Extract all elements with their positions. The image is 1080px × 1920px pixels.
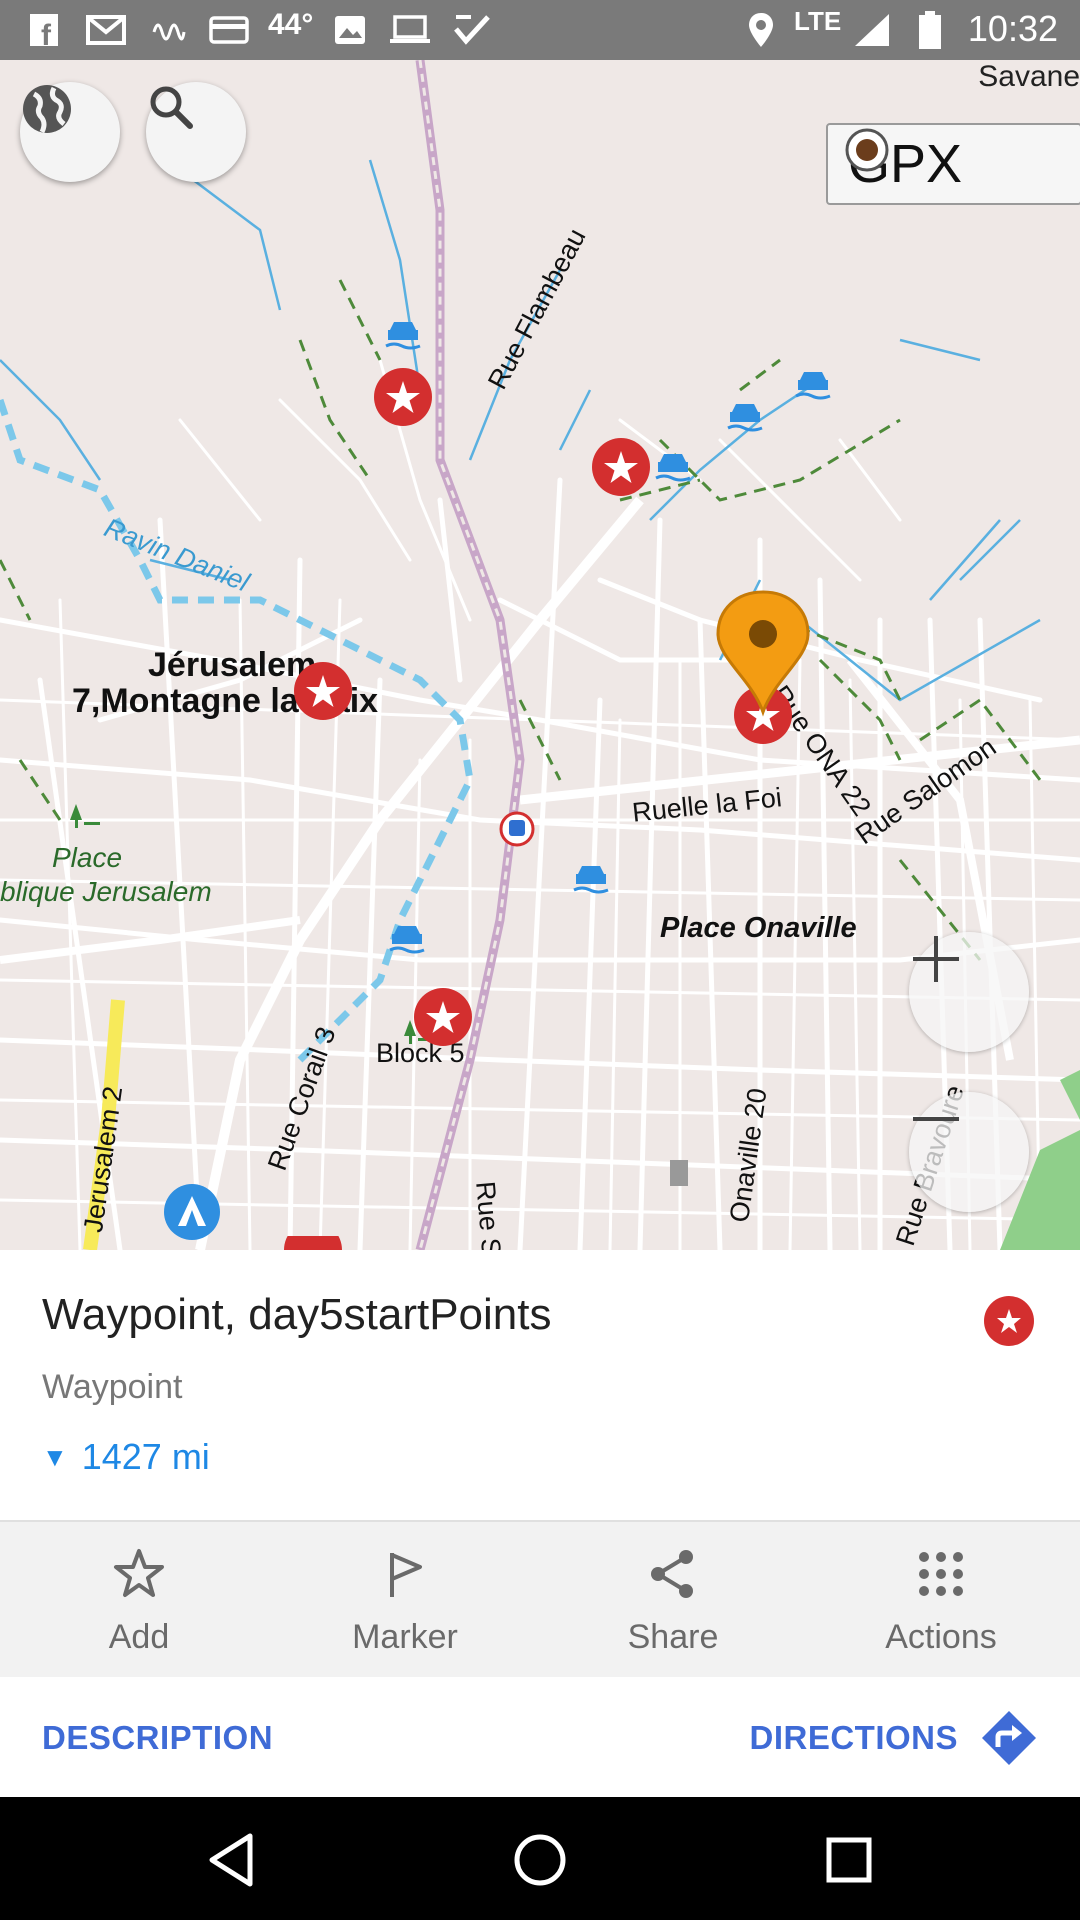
waypoint-info-panel: Waypoint, day5startPoints Waypoint ▼ 142… (0, 1250, 1080, 1520)
action-bar: Add Marker Share Actions (0, 1520, 1080, 1679)
gmail-icon (84, 10, 128, 50)
back-button[interactable] (196, 1825, 266, 1895)
location-icon (744, 10, 778, 50)
svg-text:f: f (41, 19, 52, 47)
parking-icon[interactable] (654, 448, 692, 484)
image-icon (332, 10, 368, 50)
voicemail-icon (148, 10, 188, 50)
search-icon (150, 86, 193, 129)
search-button[interactable] (146, 82, 246, 182)
parking-icon[interactable] (726, 398, 764, 434)
map-label-place-onaville: Place Onaville (660, 912, 857, 944)
zoom-in-button[interactable] (909, 932, 1029, 1052)
temperature-text: 44° (268, 8, 314, 41)
signal-icon (852, 10, 892, 50)
map-layers-button[interactable] (20, 82, 120, 182)
add-label: Add (108, 1618, 170, 1656)
waypoint-star-icon[interactable] (282, 1236, 344, 1250)
card-icon (208, 10, 250, 50)
camping-icon[interactable] (162, 1182, 222, 1242)
laptop-icon (388, 10, 432, 50)
flag-icon (390, 1553, 422, 1597)
parking-icon[interactable] (388, 920, 426, 956)
map-label-rue-s: Rue S (470, 1180, 507, 1250)
add-button[interactable]: Add (4, 1522, 274, 1677)
globe-icon (23, 85, 71, 134)
battery-icon (916, 10, 944, 50)
recents-icon (826, 1837, 872, 1883)
share-icon (651, 1550, 693, 1598)
waypoint-title: Waypoint, day5startPoints (42, 1290, 552, 1339)
directions-link[interactable]: DIRECTIONS (749, 1719, 958, 1757)
parking-icon[interactable] (384, 316, 422, 352)
actions-label: Actions (885, 1618, 997, 1656)
waypoint-type: Waypoint (42, 1368, 183, 1406)
plus-icon (913, 936, 959, 982)
waypoint-star-icon[interactable] (412, 986, 474, 1048)
back-icon (209, 1833, 253, 1887)
parking-icon[interactable] (794, 366, 832, 402)
gpx-radio-icon (845, 128, 889, 172)
waypoint-star-icon[interactable] (372, 366, 434, 428)
status-bar: f 44° LTE 10:32 (0, 0, 1080, 60)
waypoint-star-icon[interactable] (292, 660, 354, 722)
check-icon (452, 10, 492, 50)
grid-icon (919, 1552, 963, 1596)
bottom-links: DESCRIPTION DIRECTIONS (0, 1677, 1080, 1797)
waypoint-distance-value: 1427 mi (81, 1436, 210, 1477)
star-icon (114, 1549, 164, 1597)
directions-icon[interactable] (980, 1709, 1038, 1767)
waypoint-star-icon[interactable] (590, 436, 652, 498)
bus-stop-icon[interactable] (498, 810, 536, 848)
marker-label: Marker (352, 1618, 458, 1656)
facebook-icon: f (28, 10, 60, 50)
direction-arrow-icon: ▼ (42, 1441, 68, 1472)
map-label-jerusalem: Jérusalem (148, 646, 317, 684)
map-label-place-jerusalem-2: blique Jerusalem (0, 876, 212, 907)
gpx-layer-toggle[interactable]: GPX (826, 123, 1080, 205)
selected-location-marker[interactable] (712, 588, 814, 718)
map-label-place-jerusalem-1: Place (52, 842, 123, 873)
home-icon (514, 1834, 566, 1886)
parking-icon[interactable] (572, 860, 610, 896)
description-link[interactable]: DESCRIPTION (42, 1719, 273, 1757)
waypoint-distance: ▼ 1427 mi (42, 1436, 210, 1478)
marker-button[interactable]: Marker (270, 1522, 540, 1677)
network-text: LTE (794, 6, 842, 36)
system-nav-bar (0, 1797, 1080, 1920)
map-label-savane: Savane (978, 60, 1080, 93)
home-button[interactable] (505, 1825, 575, 1895)
map-view[interactable]: Savane Rue Flambeau Ravin Daniel Jérusal… (0, 60, 1080, 1250)
clock: 10:32 (967, 8, 1058, 49)
waypoint-star-badge-icon (984, 1296, 1034, 1346)
minus-icon (913, 1117, 959, 1121)
actions-button[interactable]: Actions (806, 1522, 1076, 1677)
recents-button[interactable] (814, 1825, 884, 1895)
zoom-out-button[interactable] (909, 1092, 1029, 1212)
park-icon (70, 804, 100, 828)
share-label: Share (627, 1618, 719, 1656)
share-button[interactable]: Share (538, 1522, 808, 1677)
